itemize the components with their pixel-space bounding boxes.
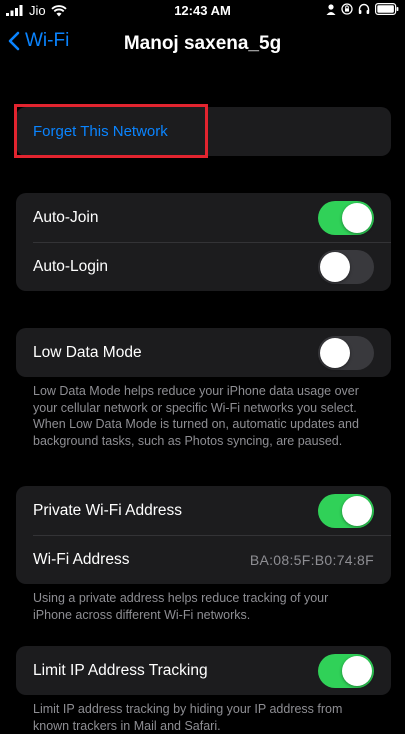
low-data-mode-note: Low Data Mode helps reduce your iPhone d… (33, 384, 359, 448)
low-data-card: Low Data Mode (16, 328, 391, 377)
private-address-row: Private Wi-Fi Address (16, 486, 391, 535)
status-bar: Jio 12:43 AM (0, 0, 405, 22)
forget-network-button[interactable]: Forget This Network (33, 123, 374, 140)
forget-network-card: Forget This Network (16, 107, 391, 156)
toggle-knob (320, 251, 350, 282)
toggle-knob (342, 655, 372, 686)
auto-join-row: Auto-Join (16, 193, 391, 242)
toggle-knob (342, 495, 372, 526)
status-right (326, 3, 399, 15)
navigation-bar: Wi-Fi Manoj saxena_5g (0, 30, 405, 62)
auto-join-label: Auto-Join (33, 208, 99, 226)
wifi-address-row: Wi-Fi Address BA:08:5F:B0:74:8F (16, 535, 391, 584)
limit-ip-card: Limit IP Address Tracking (16, 646, 391, 695)
private-address-label: Private Wi-Fi Address (33, 501, 183, 519)
wifi-address-label: Wi-Fi Address (33, 550, 130, 568)
auto-login-row: Auto-Login (16, 242, 391, 291)
auto-login-label: Auto-Login (33, 257, 108, 275)
auto-login-toggle[interactable] (318, 249, 374, 284)
orientation-lock-icon (341, 3, 353, 15)
battery-icon (375, 3, 399, 15)
page-title: Manoj saxena_5g (123, 33, 282, 54)
limit-ip-row: Limit IP Address Tracking (16, 646, 391, 695)
limit-ip-note: Limit IP address tracking by hiding your… (33, 702, 343, 733)
person-icon (326, 3, 336, 15)
join-card: Auto-Join Auto-Login (16, 193, 391, 291)
forget-network-row[interactable]: Forget This Network (16, 107, 391, 156)
limit-ip-toggle[interactable] (318, 653, 374, 688)
low-data-mode-toggle[interactable] (318, 335, 374, 370)
headphones-icon (358, 3, 370, 14)
wifi-address-value: BA:08:5F:B0:74:8F (249, 551, 374, 568)
auto-join-toggle[interactable] (318, 200, 374, 235)
low-data-mode-label: Low Data Mode (33, 343, 142, 361)
toggle-knob (342, 202, 372, 233)
private-address-toggle[interactable] (318, 493, 374, 528)
private-address-note: Using a private address helps reduce tra… (33, 591, 329, 622)
toggle-knob (320, 337, 350, 368)
private-address-card: Private Wi-Fi Address Wi-Fi Address BA:0… (16, 486, 391, 584)
low-data-mode-row: Low Data Mode (16, 328, 391, 377)
limit-ip-label: Limit IP Address Tracking (33, 661, 208, 679)
